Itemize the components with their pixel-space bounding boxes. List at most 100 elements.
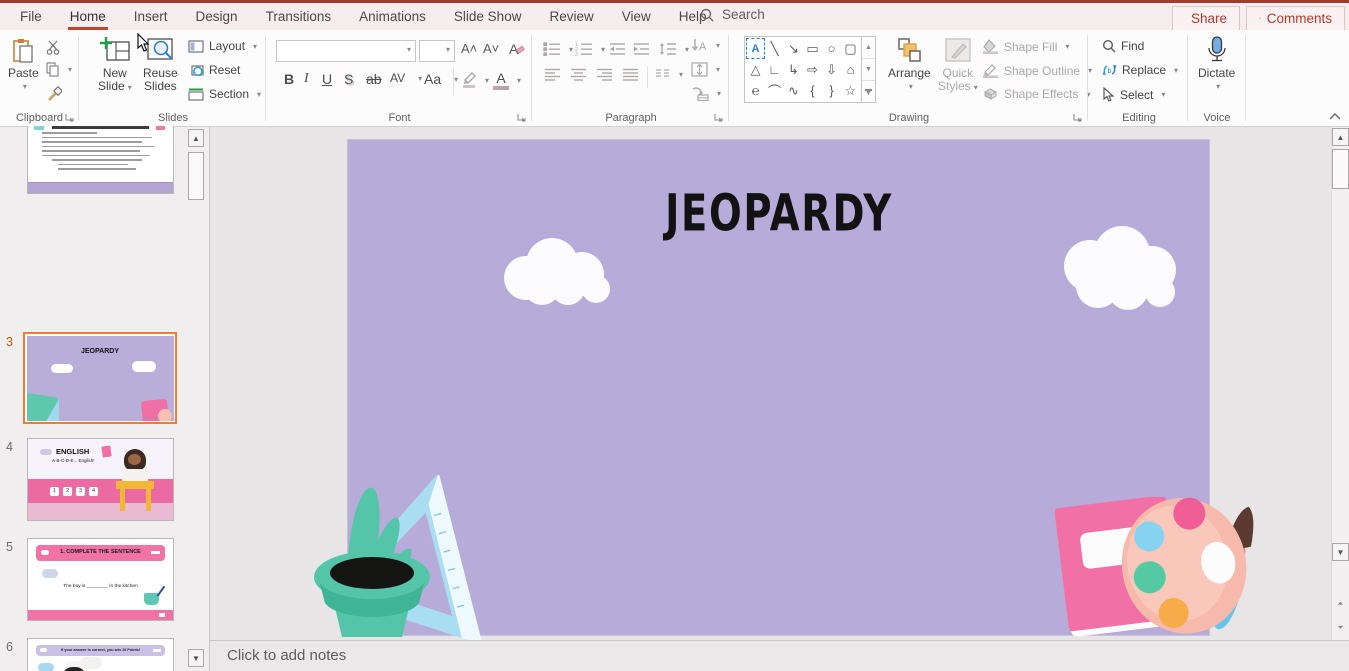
gallery-scroll-down-button[interactable]: ▼ [862, 59, 875, 81]
thumbnail-scrollbar-thumb[interactable] [188, 152, 204, 200]
decrease-indent-button[interactable] [609, 42, 626, 56]
increase-indent-button[interactable] [633, 42, 650, 56]
shape-elbow-connector[interactable]: ∟ [765, 59, 784, 80]
font-dialog-launcher-icon[interactable] [516, 112, 526, 122]
find-button[interactable]: Find [1102, 39, 1144, 53]
align-text-button[interactable] [691, 62, 720, 77]
thumbnail-slide-2[interactable] [27, 126, 174, 194]
increase-font-size-button[interactable]: A˄ [461, 41, 477, 56]
thumbnail-scroll-up-button[interactable]: ▲ [188, 129, 204, 147]
shape-outline-button[interactable]: Shape Outline [982, 63, 1092, 78]
shape-right-arrow[interactable]: ⇨ [803, 59, 822, 80]
share-button[interactable]: Share [1172, 6, 1240, 31]
select-button[interactable]: Select [1102, 87, 1165, 102]
thumbnail-slide-5[interactable]: 1. COMPLETE THE SENTENCE The boy is ____… [27, 538, 174, 621]
columns-button[interactable] [655, 68, 683, 81]
text-shadow-button[interactable]: S [339, 70, 358, 88]
shape-star[interactable]: ☆ [841, 80, 860, 101]
cloud-left[interactable] [498, 236, 616, 306]
layout-button[interactable]: Layout [188, 39, 257, 53]
quick-styles-button[interactable]: Quick Styles [938, 38, 978, 94]
reset-button[interactable]: Reset [188, 63, 240, 77]
tab-home[interactable]: Home [56, 3, 120, 30]
align-left-button[interactable] [545, 68, 561, 81]
shape-left-brace[interactable]: { [803, 80, 822, 101]
paste-button[interactable]: Paste [8, 38, 39, 93]
clipboard-dialog-launcher-icon[interactable] [64, 112, 74, 122]
gallery-scroll-up-button[interactable]: ▲ [862, 37, 875, 59]
previous-slide-button[interactable]: ⏶ [1332, 595, 1349, 613]
shape-fill-button[interactable]: Shape Fill [982, 39, 1069, 54]
line-spacing-button[interactable] [659, 42, 689, 56]
tab-slideshow[interactable]: Slide Show [440, 3, 536, 30]
shape-scribble[interactable]: ℮ [746, 80, 765, 101]
shape-arc[interactable]: ⌒ [765, 80, 784, 101]
new-slide-button[interactable]: New Slide [98, 36, 132, 94]
justify-button[interactable] [623, 68, 639, 81]
search-box[interactable]: Search [700, 7, 765, 22]
shape-down-arrow[interactable]: ⇩ [822, 59, 841, 80]
convert-to-smartart-button[interactable] [691, 86, 721, 101]
shape-arrow[interactable]: ↘ [784, 38, 803, 59]
bold-button[interactable]: B [279, 70, 299, 88]
comments-button[interactable]: Comments [1246, 6, 1345, 31]
main-scrollbar-thumb[interactable] [1332, 149, 1349, 189]
collapse-ribbon-icon[interactable] [1329, 112, 1341, 120]
arrange-button[interactable]: Arrange [888, 38, 931, 93]
shape-right-brace[interactable]: } [822, 80, 841, 101]
copy-button[interactable] [46, 62, 72, 77]
format-painter-button[interactable] [46, 86, 62, 101]
align-right-button[interactable] [597, 68, 613, 81]
shape-triangle[interactable]: △ [746, 59, 765, 80]
numbering-button[interactable]: 123 [575, 42, 605, 56]
paragraph-dialog-launcher-icon[interactable] [713, 112, 723, 122]
thumbnail-scroll-down-button[interactable]: ▼ [188, 649, 204, 667]
strikethrough-button[interactable]: ab [361, 70, 387, 88]
paint-palette-illustration[interactable] [1118, 485, 1258, 640]
font-color-button[interactable]: A [493, 70, 521, 90]
shape-curve[interactable]: ∿ [784, 80, 803, 101]
font-name-combo[interactable] [276, 40, 416, 62]
main-scroll-down-button[interactable]: ▼ [1332, 543, 1349, 561]
thumbnail-slide-6[interactable]: If your answer is correct, you win 10 Po… [27, 638, 174, 671]
shape-elbow-arrow-connector[interactable]: ↳ [784, 59, 803, 80]
tab-design[interactable]: Design [182, 3, 252, 30]
shape-line[interactable]: ╲ [765, 38, 784, 59]
highlight-color-button[interactable] [461, 70, 489, 91]
tab-animations[interactable]: Animations [345, 3, 440, 30]
clear-formatting-button[interactable]: A [509, 41, 525, 57]
underline-button[interactable]: U [317, 70, 337, 88]
dictate-button[interactable]: Dictate [1198, 36, 1235, 93]
shape-textbox[interactable]: A [746, 38, 765, 59]
next-slide-button[interactable]: ⏷ [1332, 619, 1349, 637]
tab-transitions[interactable]: Transitions [252, 3, 346, 30]
shape-effects-button[interactable]: Shape Effects [982, 87, 1091, 101]
section-button[interactable]: Section [188, 87, 261, 101]
plant-pot-illustration[interactable] [302, 477, 442, 640]
font-size-combo[interactable] [419, 40, 455, 62]
tab-review[interactable]: Review [535, 3, 607, 30]
decrease-font-size-button[interactable]: A˅ [483, 41, 499, 56]
replace-button[interactable]: b Replace [1102, 63, 1178, 77]
thumbnail-slide-3-selected[interactable]: JEOPARDY [23, 332, 177, 424]
main-scroll-up-button[interactable]: ▲ [1332, 128, 1349, 146]
cloud-right[interactable] [1056, 224, 1182, 316]
notes-pane[interactable]: Click to add notes [210, 640, 1349, 671]
drawing-dialog-launcher-icon[interactable] [1072, 112, 1082, 122]
thumbnail-slide-4[interactable]: ENGLISH A-B-C-D-E... English! 1 2 3 4 [27, 438, 174, 521]
shape-oval[interactable]: ○ [822, 38, 841, 59]
slide-title-textbox[interactable]: JEOPARDY [665, 184, 893, 243]
bullets-button[interactable] [543, 42, 573, 56]
cut-button[interactable] [46, 40, 61, 55]
tab-file[interactable]: File [6, 3, 56, 30]
tab-insert[interactable]: Insert [120, 3, 182, 30]
italic-button[interactable]: I [299, 70, 314, 88]
gallery-more-button[interactable]: ▬▼ [862, 81, 875, 102]
align-center-button[interactable] [571, 68, 587, 81]
character-spacing-button[interactable]: AV [385, 70, 422, 86]
shape-rounded-rectangle[interactable]: ▢ [841, 38, 860, 59]
shape-snip-rectangle[interactable]: ⌂ [841, 59, 860, 80]
shape-rectangle[interactable]: ▭ [803, 38, 822, 59]
tab-view[interactable]: View [608, 3, 665, 30]
text-direction-button[interactable]: A [691, 38, 720, 53]
